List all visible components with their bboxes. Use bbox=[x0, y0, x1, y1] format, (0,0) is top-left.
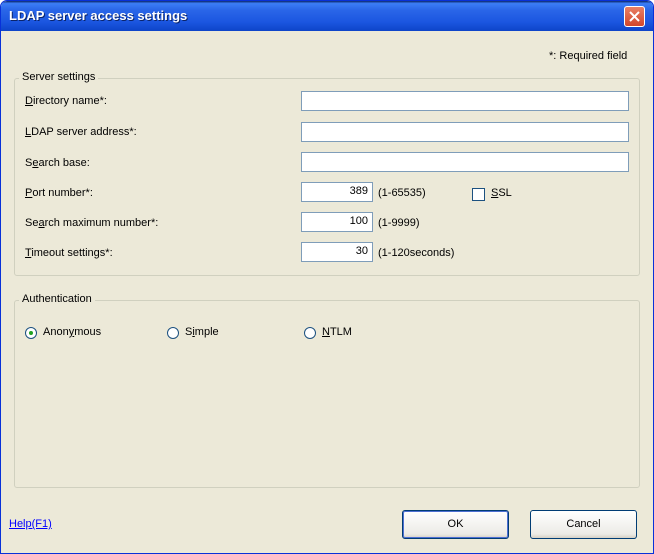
search-max-range-hint: (1-9999) bbox=[378, 217, 420, 229]
anonymous-label: Anonymous bbox=[43, 326, 102, 338]
ntlm-label: NTLM bbox=[322, 326, 352, 338]
port-number-label: Port number*: bbox=[25, 187, 93, 199]
close-button[interactable] bbox=[624, 6, 645, 27]
title-bar[interactable]: LDAP server access settings bbox=[1, 1, 653, 31]
dialog-window: LDAP server access settings *: Required … bbox=[0, 0, 654, 554]
close-icon bbox=[629, 11, 640, 22]
ntlm-radio[interactable] bbox=[304, 327, 316, 339]
directory-name-label: Directory name*: bbox=[25, 95, 107, 107]
anonymous-radio[interactable] bbox=[25, 327, 37, 339]
search-maximum-number-label: Search maximum number*: bbox=[25, 217, 159, 229]
timeout-range-hint: (1-120seconds) bbox=[378, 247, 455, 259]
required-field-note: *: Required field bbox=[549, 50, 628, 62]
cancel-button[interactable]: Cancel bbox=[530, 510, 637, 539]
simple-label: Simple bbox=[185, 326, 219, 338]
ssl-checkbox[interactable] bbox=[472, 188, 485, 201]
directory-name-field[interactable] bbox=[301, 91, 629, 111]
simple-radio[interactable] bbox=[167, 327, 179, 339]
window-title: LDAP server access settings bbox=[9, 8, 188, 23]
port-range-hint: (1-65535) bbox=[378, 187, 426, 199]
search-base-field[interactable] bbox=[301, 152, 629, 172]
ok-button[interactable]: OK bbox=[402, 510, 509, 539]
authentication-legend: Authentication bbox=[19, 293, 95, 305]
ldap-server-address-field[interactable] bbox=[301, 122, 629, 142]
port-number-field[interactable]: 389 bbox=[301, 182, 373, 202]
radio-selected-dot bbox=[29, 331, 33, 335]
timeout-settings-label: Timeout settings*: bbox=[25, 247, 113, 259]
help-link[interactable]: Help(F1) bbox=[9, 518, 52, 530]
search-maximum-number-field[interactable]: 100 bbox=[301, 212, 373, 232]
timeout-settings-field[interactable]: 30 bbox=[301, 242, 373, 262]
ssl-label: SSL bbox=[491, 187, 512, 199]
ldap-server-address-label: LDAP server address*: bbox=[25, 126, 137, 138]
search-base-label: Search base: bbox=[25, 157, 90, 169]
server-settings-legend: Server settings bbox=[19, 71, 99, 83]
